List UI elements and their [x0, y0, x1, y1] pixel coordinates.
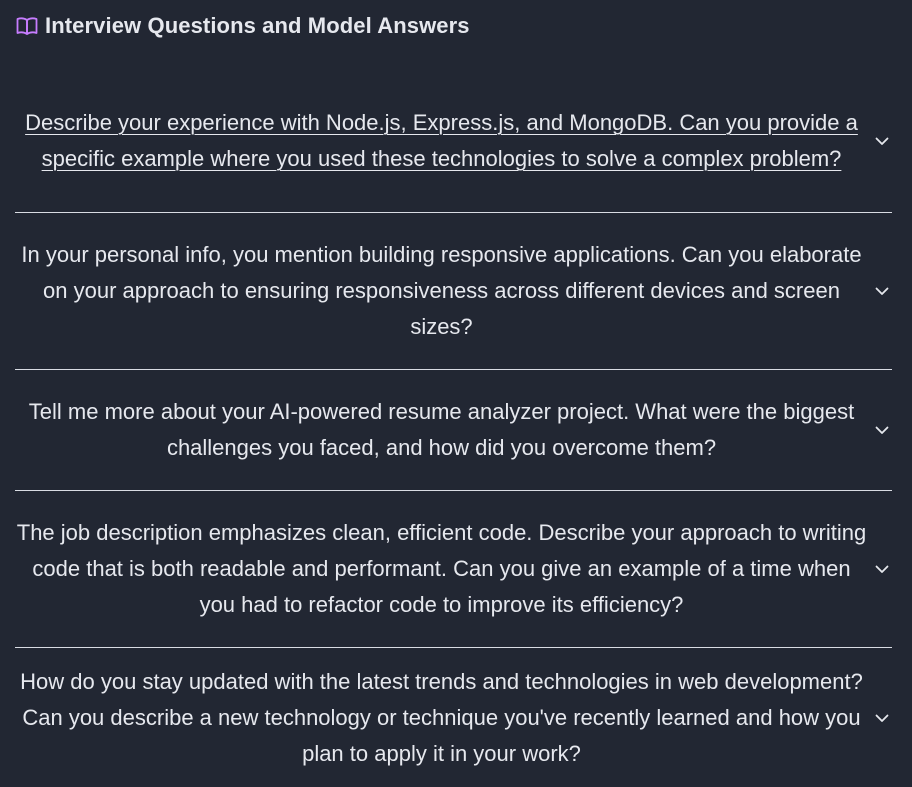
question-text-3[interactable]: Tell me more about your AI-powered resum…	[15, 394, 872, 466]
chevron-down-icon[interactable]	[872, 131, 892, 151]
interview-questions-panel: Interview Questions and Model Answers De…	[0, 0, 912, 787]
question-text-1[interactable]: Describe your experience with Node.js, E…	[15, 105, 872, 177]
section-header: Interview Questions and Model Answers	[15, 10, 470, 42]
question-text-4[interactable]: The job description emphasizes clean, ef…	[15, 515, 872, 623]
question-item-4[interactable]: The job description emphasizes clean, ef…	[15, 491, 892, 648]
section-title: Interview Questions and Model Answers	[45, 13, 470, 38]
question-item-5[interactable]: How do you stay updated with the latest …	[15, 648, 892, 787]
question-item-2[interactable]: In your personal info, you mention build…	[15, 213, 892, 370]
chevron-down-icon[interactable]	[872, 559, 892, 579]
chevron-down-icon[interactable]	[872, 420, 892, 440]
chevron-down-icon[interactable]	[872, 281, 892, 301]
question-item-1[interactable]: Describe your experience with Node.js, E…	[15, 70, 892, 213]
question-text-5[interactable]: How do you stay updated with the latest …	[15, 664, 872, 772]
questions-accordion: Describe your experience with Node.js, E…	[15, 70, 892, 787]
book-open-icon	[15, 15, 39, 37]
chevron-down-icon[interactable]	[872, 708, 892, 728]
question-item-3[interactable]: Tell me more about your AI-powered resum…	[15, 370, 892, 491]
question-text-2[interactable]: In your personal info, you mention build…	[15, 237, 872, 345]
